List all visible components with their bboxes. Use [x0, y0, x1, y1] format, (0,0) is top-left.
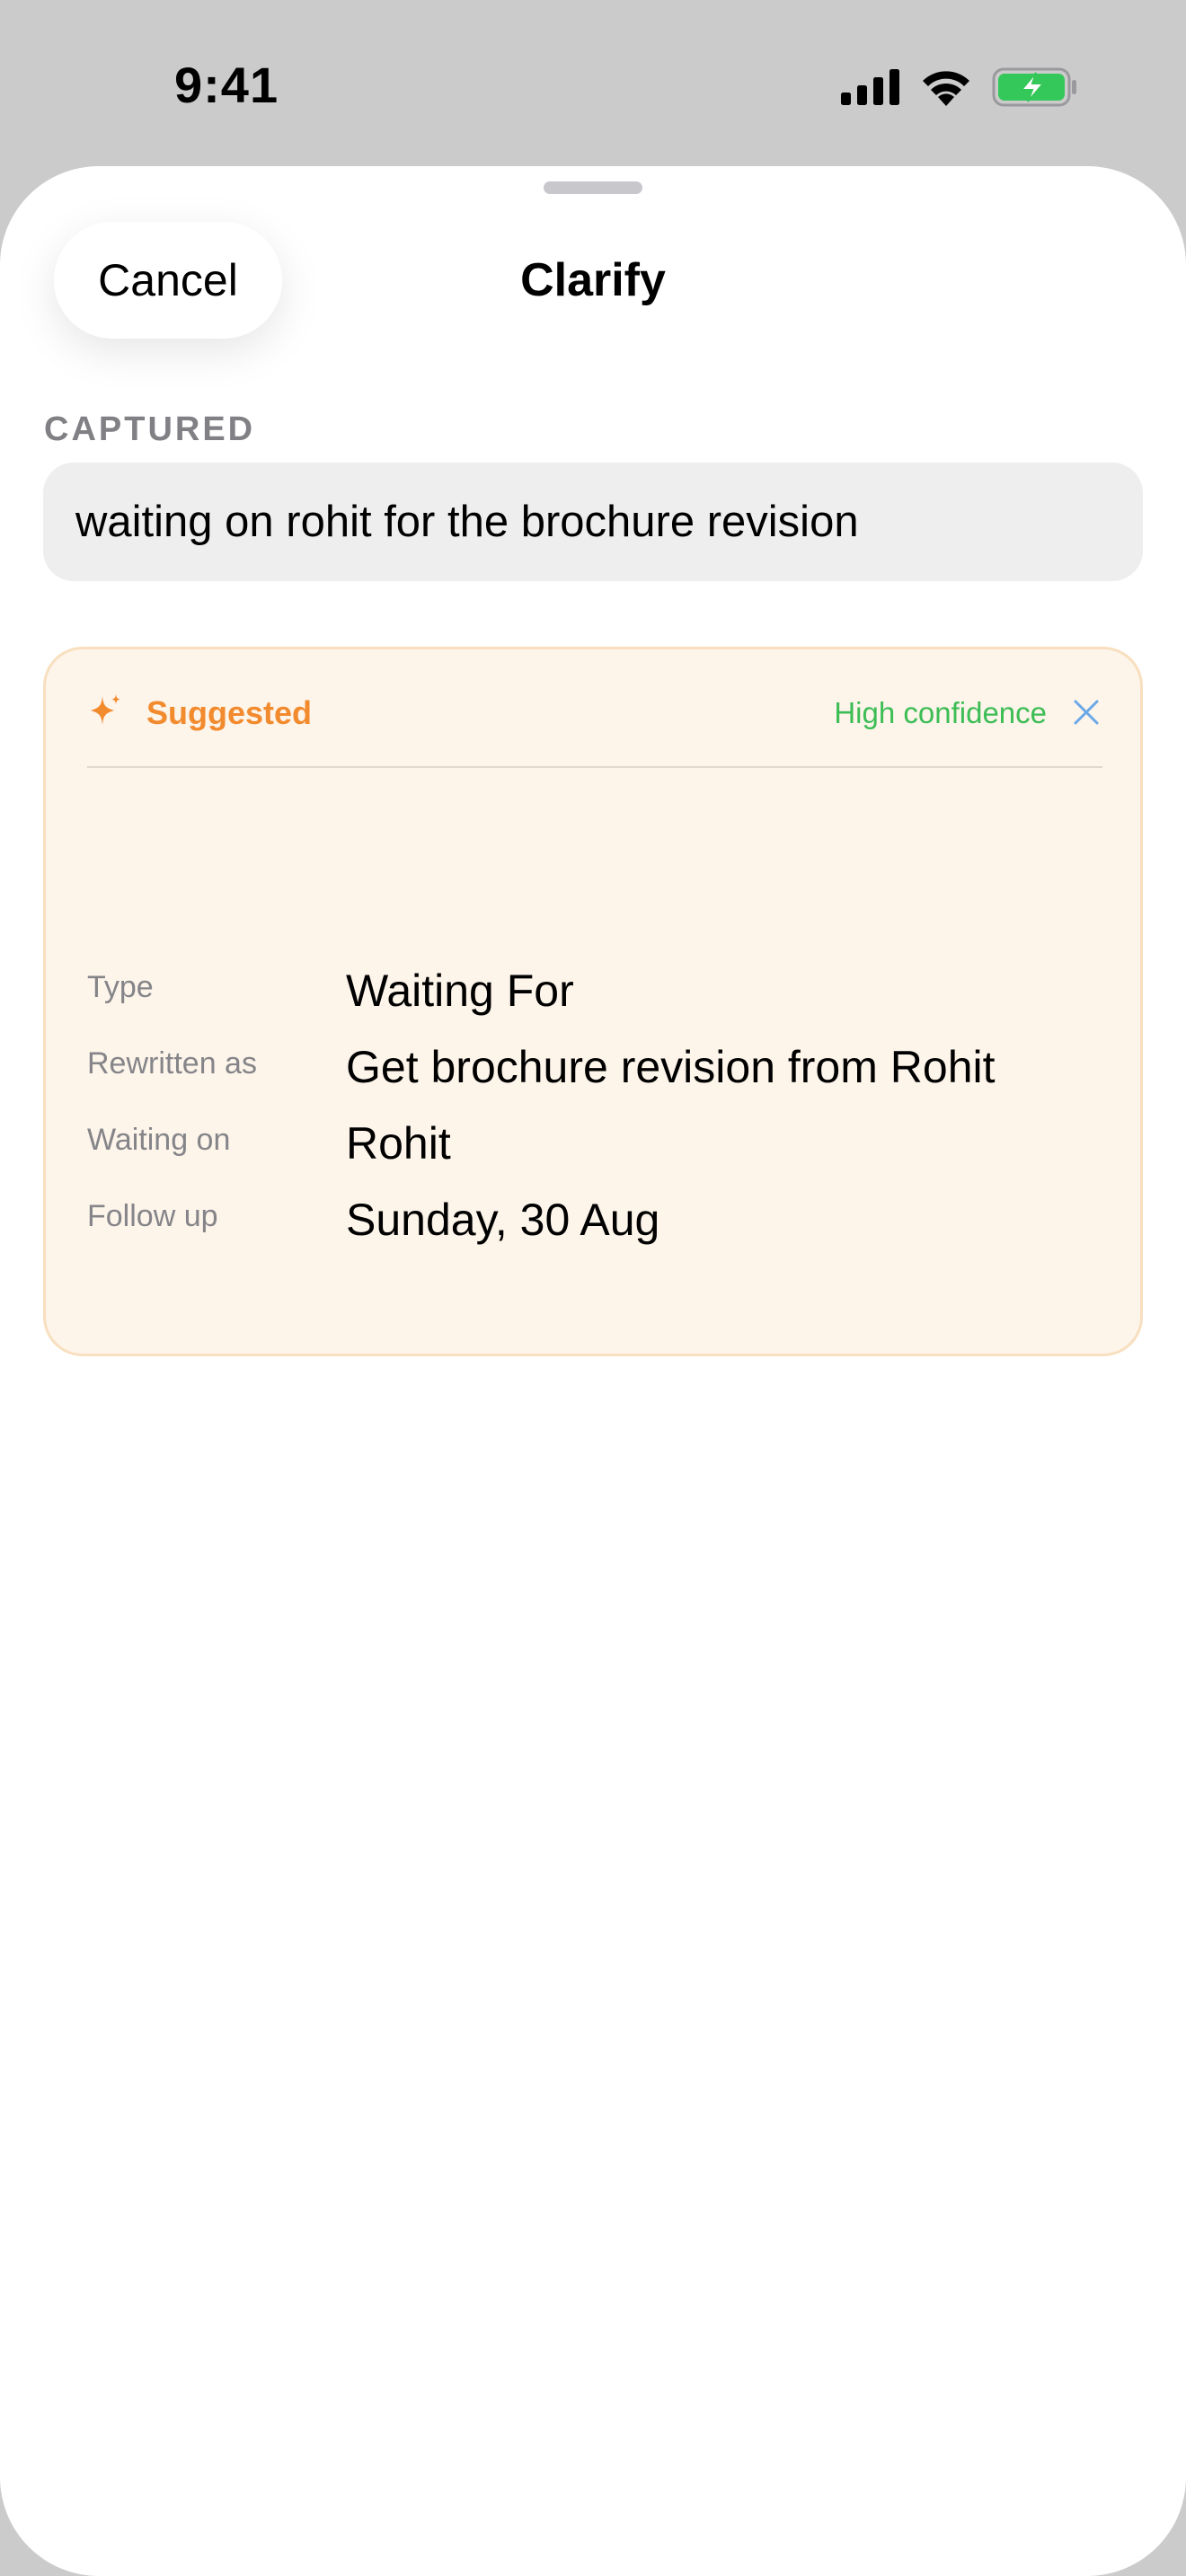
- detail-row-waiting-on: Waiting on Rohit: [87, 1114, 1102, 1186]
- captured-section-label: CAPTURED: [44, 410, 256, 448]
- suggested-label: Suggested: [146, 694, 313, 731]
- detail-value: Waiting For: [346, 966, 574, 1016]
- suggestion-header: Suggested High confidence: [46, 649, 1140, 766]
- suggestion-card: Suggested High confidence Type Waiting F…: [43, 647, 1143, 1356]
- detail-value: Sunday, 30 Aug: [346, 1195, 660, 1245]
- confidence-label: High confidence: [834, 696, 1047, 729]
- battery-charging-icon: [992, 67, 1076, 107]
- detail-key: Follow up: [87, 1199, 218, 1233]
- wifi-icon: [923, 71, 969, 106]
- status-time: 9:41: [174, 57, 279, 113]
- detail-value: Get brochure revision from Rohit: [346, 1042, 996, 1092]
- detail-row-rewritten: Rewritten as Get brochure revision from …: [87, 1037, 1102, 1109]
- sparkle-icon: [91, 694, 120, 725]
- captured-text: waiting on rohit for the brochure revisi…: [75, 498, 859, 546]
- header-divider: [87, 766, 1102, 768]
- cellular-signal-icon: [841, 69, 899, 105]
- clarify-sheet: Cancel Clarify CAPTURED waiting on rohit…: [0, 166, 1186, 2576]
- sheet-grabber[interactable]: [544, 181, 642, 194]
- detail-row-follow-up: Follow up Sunday, 30 Aug: [87, 1190, 1102, 1262]
- detail-key: Type: [87, 970, 154, 1004]
- detail-key: Waiting on: [87, 1123, 231, 1157]
- sheet-title: Clarify: [520, 254, 666, 306]
- status-icons: [841, 65, 1078, 110]
- screen: 9:41 Cancel Clarify CAPTURED waiting on …: [0, 0, 1186, 2576]
- close-icon[interactable]: [1072, 698, 1101, 727]
- status-bar: 9:41: [0, 0, 1186, 171]
- captured-text-field[interactable]: waiting on rohit for the brochure revisi…: [43, 463, 1143, 581]
- detail-key: Rewritten as: [87, 1046, 257, 1081]
- detail-value: Rohit: [346, 1118, 451, 1169]
- detail-row-type: Type Waiting For: [87, 961, 1102, 1033]
